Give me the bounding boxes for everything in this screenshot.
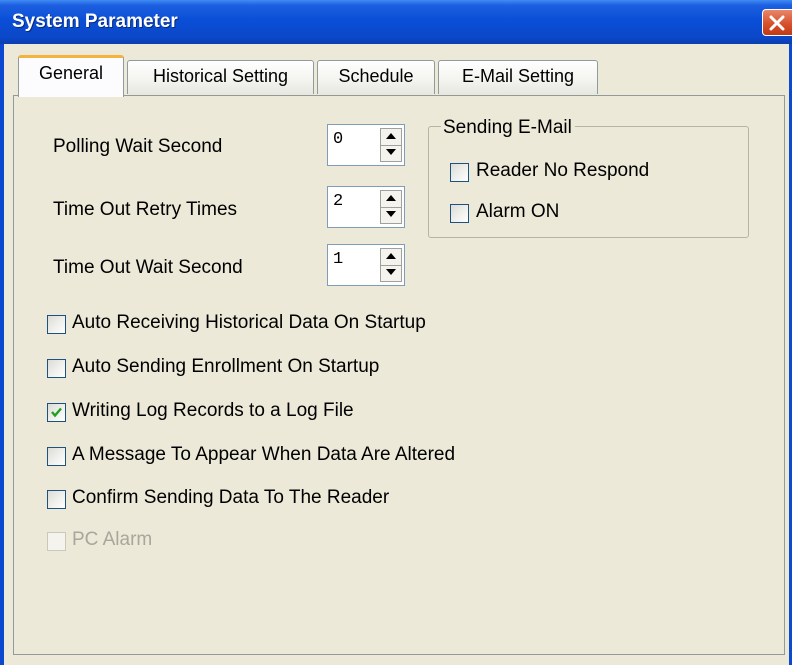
spin-up-button[interactable]: [381, 191, 401, 208]
window-title: System Parameter: [12, 11, 178, 32]
window-frame-left: [0, 44, 4, 665]
arrow-up-icon: [386, 133, 396, 139]
arrow-down-icon: [386, 149, 396, 155]
spin-buttons: [380, 128, 402, 162]
auto-sending-enrollment-checkbox[interactable]: [47, 359, 66, 378]
reader-no-respond-checkbox[interactable]: [450, 163, 469, 182]
spin-up-button[interactable]: [381, 249, 401, 266]
reader-no-respond-label[interactable]: Reader No Respond: [476, 160, 649, 182]
message-on-data-altered-label[interactable]: A Message To Appear When Data Are Altere…: [72, 444, 455, 466]
auto-receiving-historical-label[interactable]: Auto Receiving Historical Data On Startu…: [72, 312, 426, 334]
message-on-data-altered-checkbox[interactable]: [47, 447, 66, 466]
timeout-retry-times-label: Time Out Retry Times: [53, 199, 238, 220]
timeout-retry-times-value[interactable]: 2: [333, 192, 343, 211]
confirm-sending-data-checkbox[interactable]: [47, 490, 66, 509]
sending-email-group-title: Sending E-Mail: [441, 117, 575, 139]
confirm-sending-data-label[interactable]: Confirm Sending Data To The Reader: [72, 487, 389, 509]
close-button[interactable]: [762, 9, 792, 36]
spin-up-button[interactable]: [381, 129, 401, 146]
tab-general[interactable]: General: [18, 55, 124, 97]
polling-wait-second-value[interactable]: 0: [333, 130, 343, 149]
alarm-on-label[interactable]: Alarm ON: [476, 201, 559, 223]
arrow-up-icon: [386, 195, 396, 201]
spin-buttons: [380, 190, 402, 224]
tab-historical-setting-label: Historical Setting: [152, 66, 289, 86]
timeout-wait-second-value[interactable]: 1: [333, 250, 343, 269]
pc-alarm-label: PC Alarm: [72, 529, 153, 550]
writing-log-records-checkbox[interactable]: [47, 403, 66, 422]
tab-email-setting[interactable]: E-Mail Setting: [438, 60, 598, 94]
spin-down-button[interactable]: [381, 145, 401, 161]
tab-email-setting-label: E-Mail Setting: [461, 66, 575, 86]
tab-general-label: General: [38, 63, 104, 83]
tab-schedule[interactable]: Schedule: [317, 60, 435, 94]
pc-alarm-checkbox: [47, 532, 66, 551]
tab-historical-setting[interactable]: Historical Setting: [127, 60, 314, 94]
checkmark-icon: [51, 407, 62, 418]
timeout-wait-second-label: Time Out Wait Second: [53, 257, 243, 278]
timeout-retry-times-spinner[interactable]: 2: [327, 186, 405, 228]
system-parameter-dialog: System Parameter General Historical Sett…: [0, 0, 792, 665]
spin-down-button[interactable]: [381, 207, 401, 223]
tab-schedule-label: Schedule: [338, 66, 414, 86]
auto-receiving-historical-checkbox[interactable]: [47, 315, 66, 334]
spin-down-button[interactable]: [381, 265, 401, 281]
auto-sending-enrollment-label[interactable]: Auto Sending Enrollment On Startup: [72, 356, 379, 378]
writing-log-records-label[interactable]: Writing Log Records to a Log File: [72, 400, 354, 422]
spin-buttons: [380, 248, 402, 282]
polling-wait-second-label: Polling Wait Second: [53, 136, 223, 157]
title-bar[interactable]: System Parameter: [0, 0, 792, 44]
arrow-down-icon: [386, 211, 396, 217]
timeout-wait-second-spinner[interactable]: 1: [327, 244, 405, 286]
arrow-up-icon: [386, 253, 396, 259]
arrow-down-icon: [386, 269, 396, 275]
polling-wait-second-spinner[interactable]: 0: [327, 124, 405, 166]
close-icon: [769, 15, 785, 31]
alarm-on-checkbox[interactable]: [450, 204, 469, 223]
